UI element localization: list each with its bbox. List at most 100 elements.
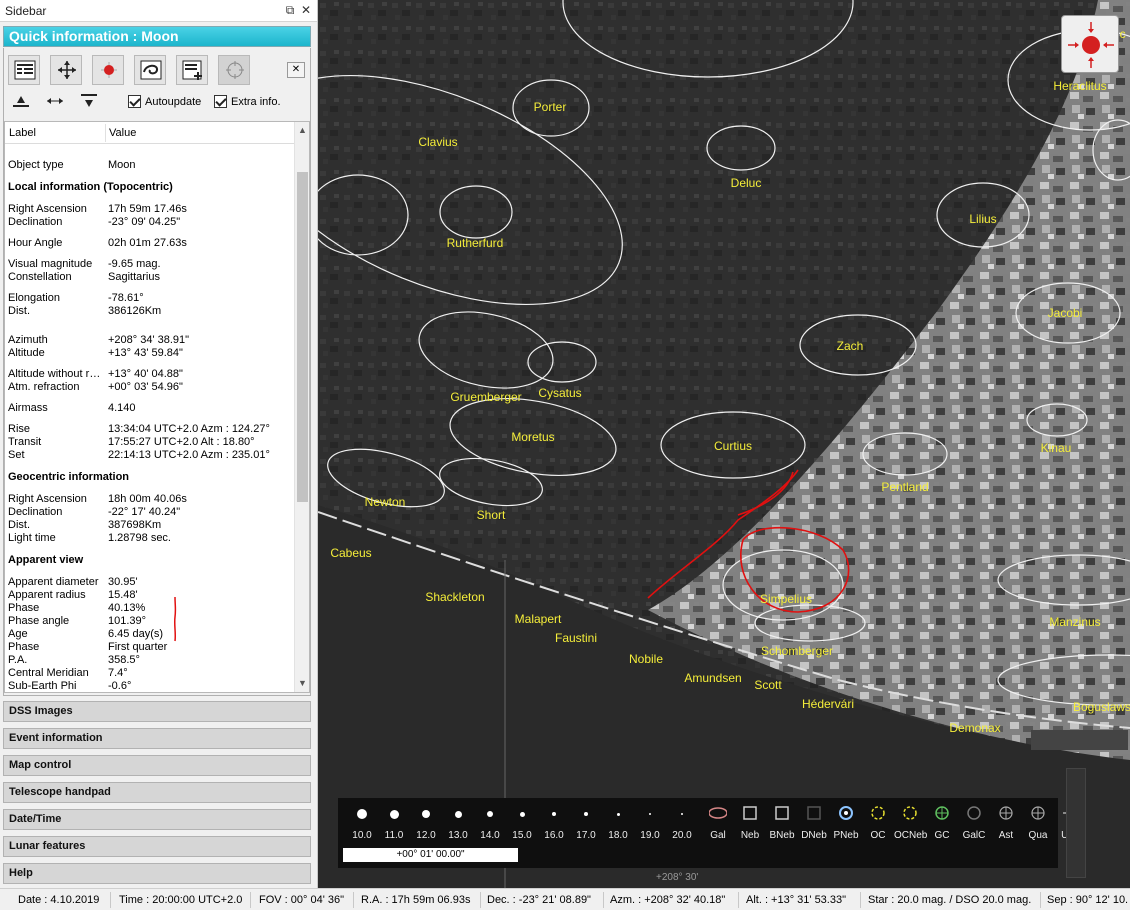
table-row[interactable]: Apparent diameter 30.95' xyxy=(5,576,295,589)
planetary-nebula-icon[interactable] xyxy=(837,805,855,821)
table-row[interactable]: Airmass 4.140 xyxy=(5,402,295,415)
galaxy-cluster-icon[interactable] xyxy=(965,805,983,821)
table-row[interactable]: Phase angle 101.39° xyxy=(5,615,295,628)
open-cluster-icon[interactable] xyxy=(869,805,887,821)
globular-cluster-icon[interactable] xyxy=(933,805,951,821)
table-row[interactable]: Hour Angle 02h 01m 27.63s xyxy=(5,237,295,250)
feature-label[interactable]: Amundsen xyxy=(684,671,741,685)
info-table[interactable]: Label Value Object type Moon Local informa… xyxy=(4,121,310,693)
table-row[interactable]: Declination -23° 09' 04.25" xyxy=(5,216,295,229)
rise-icon[interactable] xyxy=(10,91,36,113)
feature-label[interactable]: Gruemberger xyxy=(450,390,521,404)
table-row[interactable]: Right Ascension 18h 00m 40.06s xyxy=(5,493,295,506)
dark-nebula-icon[interactable] xyxy=(805,805,823,821)
table-row[interactable]: Rise 13:34:04 UTC+2.0 Azm : 124.27° xyxy=(5,423,295,436)
telescope-button[interactable] xyxy=(218,55,250,85)
feature-label[interactable]: Malapert xyxy=(515,612,562,626)
section-event-information[interactable]: Event information xyxy=(3,728,311,749)
table-row[interactable]: Azimuth +208° 34' 38.91" xyxy=(5,334,295,347)
cluster-nebula-icon[interactable] xyxy=(901,805,919,821)
table-section-row[interactable]: Local information (Topocentric) xyxy=(5,181,295,194)
feature-label[interactable]: Short xyxy=(477,508,506,522)
table-row[interactable]: Visual magnitude -9.65 mag. xyxy=(5,258,295,271)
table-row[interactable]: Altitude +13° 43' 59.84" xyxy=(5,347,295,360)
set-icon[interactable] xyxy=(78,91,104,113)
feature-label[interactable]: Simpelius xyxy=(760,592,812,606)
table-row[interactable]: Light time 1.28798 sec. xyxy=(5,532,295,545)
track-button[interactable] xyxy=(92,55,124,85)
scroll-down-icon[interactable]: ▼ xyxy=(297,678,308,690)
table-row[interactable]: Right Ascension 17h 59m 17.46s xyxy=(5,203,295,216)
section-help[interactable]: Help xyxy=(3,863,311,884)
zoom-slider[interactable] xyxy=(1066,768,1086,878)
feature-label[interactable]: Schomberger xyxy=(761,644,833,658)
table-row[interactable]: Central Meridian 7.4° xyxy=(5,667,295,680)
feature-label[interactable]: Hédervári xyxy=(802,697,854,711)
feature-label[interactable]: Demonax xyxy=(949,721,1000,735)
close-icon[interactable]: ✕ xyxy=(298,2,314,18)
scroll-up-icon[interactable]: ▲ xyxy=(297,125,308,137)
feature-label[interactable]: Pentland xyxy=(881,480,928,494)
scroll-thumb[interactable] xyxy=(297,172,308,502)
transit-icon[interactable] xyxy=(44,91,70,113)
sky-map[interactable]: Porter Clavius Deluc Rutherfurd Heraclitus Li… xyxy=(318,0,1130,888)
table-row[interactable]: Constellation Sagittarius xyxy=(5,271,295,284)
compass-widget[interactable] xyxy=(1061,15,1119,73)
feature-label[interactable]: Shackleton xyxy=(425,590,484,604)
feature-label[interactable]: Scott xyxy=(754,678,782,692)
center-button[interactable] xyxy=(50,55,82,85)
quasar-icon[interactable] xyxy=(1029,805,1047,821)
table-row[interactable]: Dist. 386126Km xyxy=(5,305,295,318)
table-row[interactable]: P.A. 358.5° xyxy=(5,654,295,667)
asterism-icon[interactable] xyxy=(997,805,1015,821)
table-row[interactable]: Object type Moon xyxy=(5,159,295,172)
feature-label[interactable]: Lilius xyxy=(969,212,996,226)
table-row[interactable]: Elongation -78.61° xyxy=(5,292,295,305)
feature-label[interactable]: Cysatus xyxy=(538,386,581,400)
feature-label[interactable]: Jacobi xyxy=(1048,306,1083,320)
col-value-header[interactable]: Value xyxy=(109,127,136,139)
feature-label[interactable]: Faustini xyxy=(555,631,597,645)
table-row[interactable]: Apparent radius 15.48' xyxy=(5,589,295,602)
feature-label[interactable]: Nobile xyxy=(629,652,663,666)
table-row[interactable]: Set 22:14:13 UTC+2.0 Azm : 235.01° xyxy=(5,449,295,462)
galaxy-button[interactable] xyxy=(134,55,166,85)
table-row[interactable]: Declination -22° 17' 40.24" xyxy=(5,506,295,519)
feature-label[interactable]: Deluc xyxy=(731,176,762,190)
section-map-control[interactable]: Map control xyxy=(3,755,311,776)
autoupdate-checkbox[interactable]: Autoupdate xyxy=(128,95,201,108)
section-date-time[interactable]: Date/Time xyxy=(3,809,311,830)
table-row[interactable]: Atm. refraction +00° 03' 54.96" xyxy=(5,381,295,394)
feature-label[interactable]: Newton xyxy=(365,495,406,509)
extra-info-checkbox[interactable]: Extra info. xyxy=(214,95,281,108)
add-list-button[interactable] xyxy=(176,55,208,85)
feature-label[interactable]: Zach xyxy=(837,339,864,353)
table-row[interactable]: Altitude without refraction+13° 40' 04.8… xyxy=(5,368,295,381)
feature-label[interactable]: Clavius xyxy=(418,135,457,149)
table-row[interactable]: Phase First quarter xyxy=(5,641,295,654)
feature-label[interactable]: Manzinus xyxy=(1049,615,1100,629)
table-row[interactable]: Sub-Earth Phi -0.6° xyxy=(5,680,295,692)
table-section-row[interactable]: Apparent view xyxy=(5,554,295,567)
feature-label[interactable]: Heraclitus xyxy=(1053,79,1106,93)
info-button[interactable] xyxy=(8,55,40,85)
feature-label[interactable]: Curtius xyxy=(714,439,752,453)
bright-nebula-icon[interactable] xyxy=(773,805,791,821)
feature-label[interactable]: Kinau xyxy=(1041,441,1072,455)
table-row[interactable]: Age 6.45 day(s) xyxy=(5,628,295,641)
nebula-icon[interactable] xyxy=(741,805,759,821)
section-telescope-handpad[interactable]: Telescope handpad xyxy=(3,782,311,803)
close-panel-icon[interactable]: ✕ xyxy=(287,62,305,78)
table-section-row[interactable]: Geocentric information xyxy=(5,471,295,484)
feature-label[interactable]: Porter xyxy=(534,100,567,114)
section-dss-images[interactable]: DSS Images xyxy=(3,701,311,722)
feature-label[interactable]: Cabeus xyxy=(330,546,371,560)
table-row[interactable]: Transit 17:55:27 UTC+2.0 Alt : 18.80° xyxy=(5,436,295,449)
galaxy-icon[interactable] xyxy=(708,805,728,821)
feature-label[interactable]: Moretus xyxy=(511,430,554,444)
col-label-header[interactable]: Label xyxy=(9,127,36,139)
section-lunar-features[interactable]: Lunar features xyxy=(3,836,311,857)
feature-label[interactable]: Rutherfurd xyxy=(447,236,504,250)
table-scrollbar[interactable]: ▲ ▼ xyxy=(294,122,309,692)
feature-label[interactable]: Boguslawsky xyxy=(1073,700,1130,714)
